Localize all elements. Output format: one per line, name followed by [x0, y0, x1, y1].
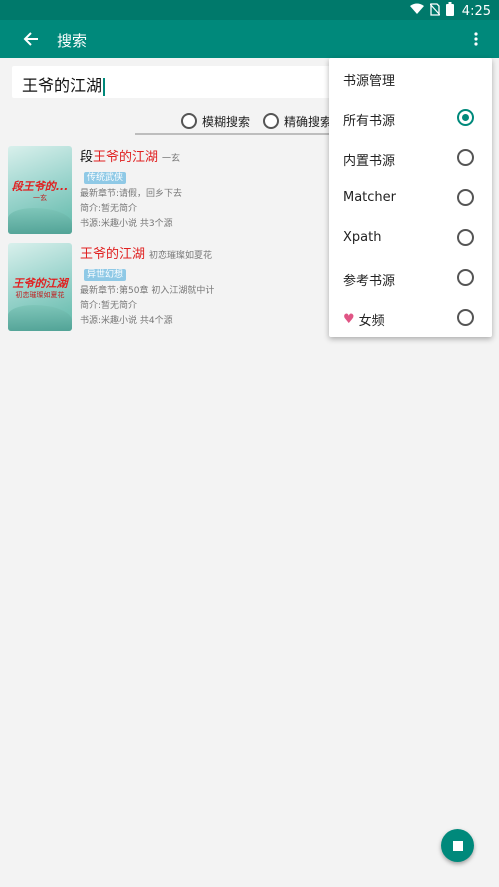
cover-subtitle: 初恋璀璨如夏花 [15, 291, 65, 299]
menu-item-label: 所有书源 [343, 114, 396, 129]
menu-item-matcher[interactable]: Matcher [329, 178, 492, 218]
mode-exact-label: 精确搜索 [284, 114, 333, 129]
radio-unchecked-icon [263, 113, 279, 129]
menu-item-label: 内置书源 [343, 154, 396, 169]
menu-source-management[interactable]: 书源管理 [343, 70, 395, 89]
book-cover: 王爷的江湖 初恋璀璨如夏花 [8, 243, 72, 331]
menu-item-builtin-sources[interactable]: 内置书源 [329, 138, 492, 178]
wifi-icon [409, 3, 424, 19]
cover-title: 王爷的江湖 [12, 277, 68, 290]
radio-unchecked-icon [181, 113, 197, 129]
book-info: 段王爷的江湖 一玄 传统武侠 最新章节:请假，回乡下去 简介:暂无简介 书源:米趣… [80, 146, 340, 229]
radio-checked-icon [457, 109, 474, 126]
book-author: 一玄 [162, 154, 181, 164]
status-icons: 4:25 [409, 2, 491, 20]
book-source: 书源:米趣小说 共4个源 [80, 316, 173, 326]
toolbar: 搜索 [0, 20, 499, 58]
search-input[interactable]: 王爷的江湖 [12, 66, 342, 98]
status-bar: 4:25 [0, 0, 499, 20]
stop-search-button[interactable] [441, 829, 474, 862]
book-intro: 简介:暂无简介 [80, 204, 138, 214]
cover-art [8, 305, 72, 331]
menu-item-xpath[interactable]: Xpath [329, 218, 492, 258]
stop-icon [452, 840, 463, 851]
cover-subtitle: 一玄 [33, 194, 47, 202]
mode-fuzzy-radio[interactable]: 模糊搜索 [181, 110, 250, 132]
book-source: 书源:米趣小说 共3个源 [80, 219, 173, 229]
menu-item-label: Xpath [343, 230, 382, 245]
radio-unchecked-icon [457, 189, 474, 206]
battery-icon [445, 2, 454, 20]
book-title: 王爷的江湖 初恋璀璨如夏花 [80, 243, 340, 262]
book-title: 段王爷的江湖 一玄 [80, 146, 340, 165]
menu-item-female-channel[interactable]: ♥ 女频 [329, 298, 492, 338]
search-query: 王爷的江湖 [22, 76, 103, 95]
mode-exact-radio[interactable]: 精确搜索 [263, 110, 332, 132]
cover-art [8, 208, 72, 234]
book-cover: 段王爷的... 一玄 [8, 146, 72, 234]
book-intro: 简介:暂无简介 [80, 301, 138, 311]
book-tag: 异世幻想 [84, 269, 127, 281]
book-title-prefix: 段 [80, 150, 94, 165]
cover-title: 段王爷的... [11, 180, 69, 193]
search-result-item[interactable]: 王爷的江湖 初恋璀璨如夏花 王爷的江湖 初恋璀璨如夏花 异世幻想 最新章节:第50… [8, 243, 338, 333]
source-filter-menu: 书源管理 所有书源 内置书源 Matcher Xpath 参考书源 ♥ 女频 [329, 58, 492, 337]
menu-item-label-wrap: ♥ 女频 [343, 310, 385, 329]
more-options-button[interactable] [469, 26, 483, 52]
text-caret [103, 77, 106, 96]
radio-unchecked-icon [457, 269, 474, 286]
back-button[interactable] [18, 26, 44, 52]
menu-item-label: Matcher [343, 190, 397, 205]
menu-item-reference-sources[interactable]: 参考书源 [329, 258, 492, 298]
menu-item-label: 参考书源 [343, 274, 396, 289]
more-vert-icon [474, 32, 478, 46]
book-title-highlight: 王爷的江湖 [93, 150, 159, 165]
page-title: 搜索 [57, 32, 88, 50]
arrow-left-icon [23, 32, 38, 46]
book-author: 初恋璀璨如夏花 [149, 251, 213, 261]
book-title-highlight: 王爷的江湖 [80, 247, 146, 262]
radio-unchecked-icon [457, 229, 474, 246]
book-latest-chapter: 最新章节:请假，回乡下去 [80, 189, 183, 199]
no-sim-icon [429, 2, 441, 20]
search-text: 王爷的江湖 [22, 72, 106, 96]
book-latest-chapter: 最新章节:第50章 初入江湖就中计 [80, 286, 215, 296]
radio-unchecked-icon [457, 309, 474, 326]
menu-item-all-sources[interactable]: 所有书源 [329, 98, 492, 138]
book-info: 王爷的江湖 初恋璀璨如夏花 异世幻想 最新章节:第50章 初入江湖就中计 简介:暂… [80, 243, 340, 326]
menu-item-label: 女频 [358, 314, 385, 329]
heart-icon: ♥ [343, 312, 355, 327]
mode-indicator [135, 133, 345, 135]
mode-fuzzy-label: 模糊搜索 [202, 114, 251, 129]
search-result-item[interactable]: 段王爷的... 一玄 段王爷的江湖 一玄 传统武侠 最新章节:请假，回乡下去 简介… [8, 146, 338, 236]
status-time: 4:25 [461, 3, 491, 19]
radio-unchecked-icon [457, 149, 474, 166]
book-tag: 传统武侠 [84, 172, 127, 184]
